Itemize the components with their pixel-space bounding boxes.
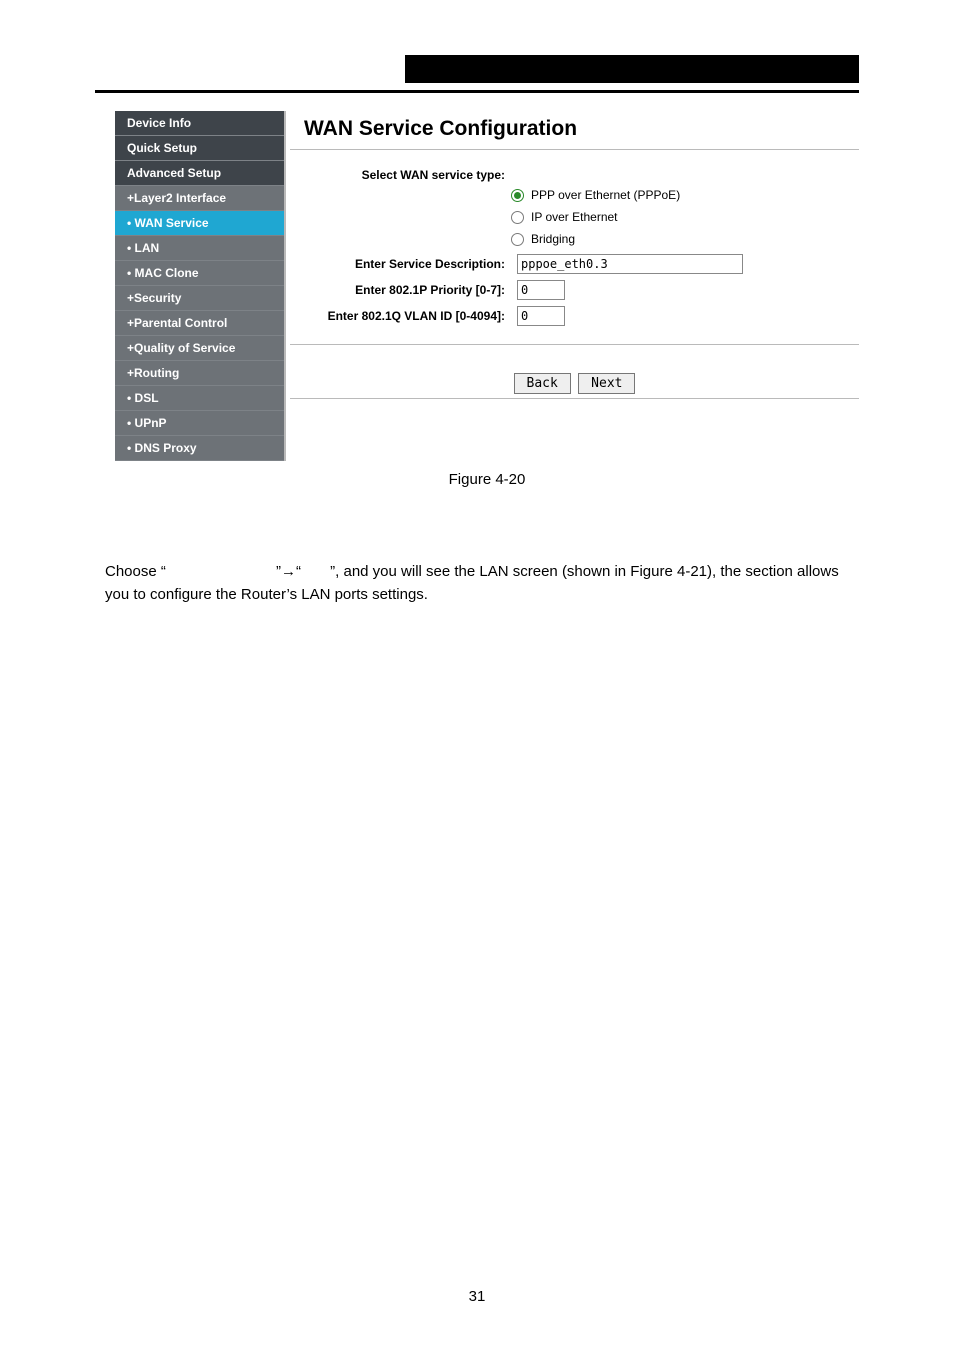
sidebar-item-layer2-interface[interactable]: +Layer2 Interface	[115, 186, 284, 211]
router-admin-figure: Device Info Quick Setup Advanced Setup +…	[115, 111, 859, 488]
sidebar-item-mac-clone[interactable]: • MAC Clone	[115, 261, 284, 286]
header-rule	[95, 90, 859, 93]
sidebar-item-parental-control[interactable]: +Parental Control	[115, 311, 284, 336]
sidebar-item-quick-setup[interactable]: Quick Setup	[115, 136, 284, 161]
header-product-bar	[405, 55, 859, 83]
sidebar-item-lan[interactable]: • LAN	[115, 236, 284, 261]
8021p-priority-input[interactable]	[517, 280, 565, 300]
service-description-label: Enter Service Description:	[290, 257, 511, 271]
sidebar-item-routing[interactable]: +Routing	[115, 361, 284, 386]
sidebar-item-dns-proxy[interactable]: • DNS Proxy	[115, 436, 284, 461]
content-divider-bottom	[290, 398, 859, 399]
radio-icon	[511, 233, 524, 246]
sidebar-item-dsl[interactable]: • DSL	[115, 386, 284, 411]
service-description-input[interactable]	[517, 254, 743, 274]
content-divider-mid	[290, 344, 859, 345]
8021q-vlan-input[interactable]	[517, 306, 565, 326]
radio-ipoe[interactable]: IP over Ethernet	[290, 210, 859, 224]
sidebar-item-advanced-setup[interactable]: Advanced Setup	[115, 161, 284, 186]
radio-pppoe-label: PPP over Ethernet (PPPoE)	[531, 188, 680, 202]
radio-icon	[511, 211, 524, 224]
radio-bridging-label: Bridging	[531, 232, 575, 246]
next-button[interactable]: Next	[578, 373, 635, 394]
8021q-vlan-label: Enter 802.1Q VLAN ID [0-4094]:	[290, 309, 511, 323]
page-number: 31	[0, 1288, 954, 1305]
content-divider-top	[290, 149, 859, 150]
sidebar-nav: Device Info Quick Setup Advanced Setup +…	[115, 111, 286, 461]
radio-ipoe-label: IP over Ethernet	[531, 210, 618, 224]
sidebar-item-device-info[interactable]: Device Info	[115, 111, 284, 136]
sidebar-item-wan-service[interactable]: • WAN Service	[115, 211, 284, 236]
sidebar-item-qos[interactable]: +Quality of Service	[115, 336, 284, 361]
8021p-priority-label: Enter 802.1P Priority [0-7]:	[290, 283, 511, 297]
arrow-icon: →	[281, 563, 296, 580]
body-paragraph: Choose “Advanced Setup”→“LAN”, and you w…	[105, 560, 859, 607]
radio-pppoe[interactable]: PPP over Ethernet (PPPoE)	[290, 188, 859, 202]
page-title: WAN Service Configuration	[290, 111, 859, 147]
figure-caption: Figure 4-20	[115, 471, 859, 488]
select-wan-type-label: Select WAN service type:	[290, 168, 511, 182]
radio-icon	[511, 189, 524, 202]
content-panel: WAN Service Configuration Select WAN ser…	[290, 111, 859, 399]
sidebar-item-security[interactable]: +Security	[115, 286, 284, 311]
back-button[interactable]: Back	[514, 373, 571, 394]
sidebar-item-upnp[interactable]: • UPnP	[115, 411, 284, 436]
radio-bridging[interactable]: Bridging	[290, 232, 859, 246]
